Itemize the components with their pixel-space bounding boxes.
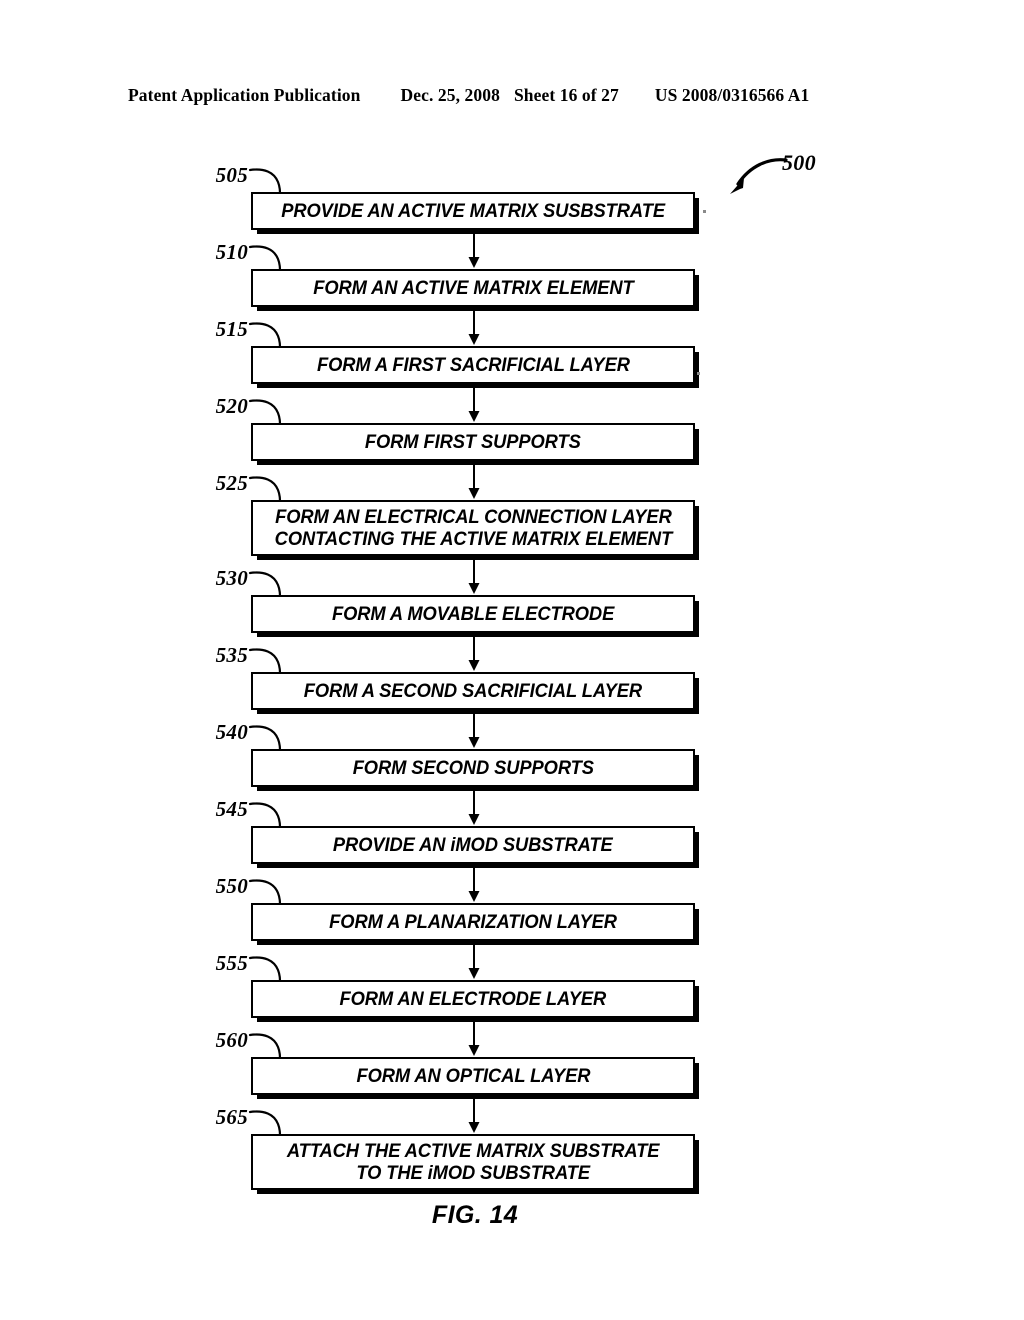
figure-reference-callout: 500 <box>724 150 834 196</box>
flowchart-step-box-510: FORM AN ACTIVE MATRIX ELEMENT <box>251 269 695 307</box>
scan-artifact-dot <box>703 210 706 213</box>
flowchart-step-box-560: FORM AN OPTICAL LAYER <box>251 1057 695 1095</box>
flowchart-connector-arrow-icon <box>468 1021 480 1056</box>
step-reference-number: 535 <box>215 643 248 667</box>
step-reference-number: 510 <box>215 240 248 264</box>
flowchart-step-label: FORM AN ELECTRICAL CONNECTION LAYER CONT… <box>274 506 672 550</box>
flowchart-step-box-525: FORM AN ELECTRICAL CONNECTION LAYER CONT… <box>251 500 695 556</box>
flowchart-step-box-520: FORM FIRST SUPPORTS <box>251 423 695 461</box>
flowchart-step-label: FORM A FIRST SACRIFICIAL LAYER <box>316 354 630 376</box>
figure-caption: FIG. 14 <box>431 1201 519 1229</box>
step-reference-number: 555 <box>215 951 248 975</box>
flowchart-step-label: FORM FIRST SUPPORTS <box>365 431 581 453</box>
step-reference-number: 520 <box>215 394 248 418</box>
flowchart-connector-arrow-icon <box>468 559 480 594</box>
flowchart-diagram: 500 505 PROVIDE AN ACTIVE MATRIX SUSBSTRA… <box>0 0 1024 1320</box>
flowchart-connector-arrow-icon <box>468 1098 480 1133</box>
flowchart-step-label: FORM AN ELECTRODE LAYER <box>339 988 607 1010</box>
flowchart-connector-arrow-icon <box>468 944 480 979</box>
step-reference-number: 525 <box>215 471 248 495</box>
flowchart-connector-arrow-icon <box>468 790 480 825</box>
callout-arrow-icon <box>730 158 788 194</box>
flowchart-step-label: FORM A MOVABLE ELECTRODE <box>331 603 615 625</box>
flowchart-connector-arrow-icon <box>468 867 480 902</box>
step-reference-number: 505 <box>215 163 248 187</box>
flowchart-step-box-505: PROVIDE AN ACTIVE MATRIX SUSBSTRATE <box>251 192 695 230</box>
flowchart-step-label: FORM AN ACTIVE MATRIX ELEMENT <box>312 277 634 299</box>
flowchart-connector-arrow-icon <box>468 636 480 671</box>
flowchart-step-box-545: PROVIDE AN iMOD SUBSTRATE <box>251 826 695 864</box>
flowchart-connector-arrow-icon <box>468 713 480 748</box>
flowchart-step-label: ATTACH THE ACTIVE MATRIX SUBSTRATE TO TH… <box>286 1140 660 1184</box>
flowchart-step-box-535: FORM A SECOND SACRIFICIAL LAYER <box>251 672 695 710</box>
step-reference-number: 565 <box>215 1105 248 1129</box>
flowchart-connector-arrow-icon <box>468 464 480 499</box>
step-reference-number: 515 <box>215 317 248 341</box>
flowchart-connector-arrow-icon <box>468 387 480 422</box>
flowchart-connector-arrow-icon <box>468 233 480 268</box>
step-reference-number: 550 <box>215 874 248 898</box>
step-reference-number: 560 <box>215 1028 248 1052</box>
flowchart-step-box-515: FORM A FIRST SACRIFICIAL LAYER <box>251 346 695 384</box>
flowchart-connector-arrow-icon <box>468 310 480 345</box>
step-reference-number: 545 <box>215 797 248 821</box>
flowchart-step-label: PROVIDE AN iMOD SUBSTRATE <box>333 834 613 856</box>
flowchart-step-label: FORM SECOND SUPPORTS <box>352 757 594 779</box>
step-reference-number: 540 <box>215 720 248 744</box>
scan-artifact-dot <box>697 372 700 375</box>
flowchart-step-box-555: FORM AN ELECTRODE LAYER <box>251 980 695 1018</box>
flowchart-step-box-565: ATTACH THE ACTIVE MATRIX SUBSTRATE TO TH… <box>251 1134 695 1190</box>
flowchart-step-label: PROVIDE AN ACTIVE MATRIX SUSBSTRATE <box>281 200 665 222</box>
flowchart-step-box-530: FORM A MOVABLE ELECTRODE <box>251 595 695 633</box>
flowchart-step-label: FORM AN OPTICAL LAYER <box>356 1065 590 1087</box>
flowchart-step-label: FORM A PLANARIZATION LAYER <box>329 911 617 933</box>
step-reference-number: 530 <box>215 566 248 590</box>
flowchart-step-label: FORM A SECOND SACRIFICIAL LAYER <box>303 680 643 702</box>
flowchart-step-box-540: FORM SECOND SUPPORTS <box>251 749 695 787</box>
flowchart-step-box-550: FORM A PLANARIZATION LAYER <box>251 903 695 941</box>
